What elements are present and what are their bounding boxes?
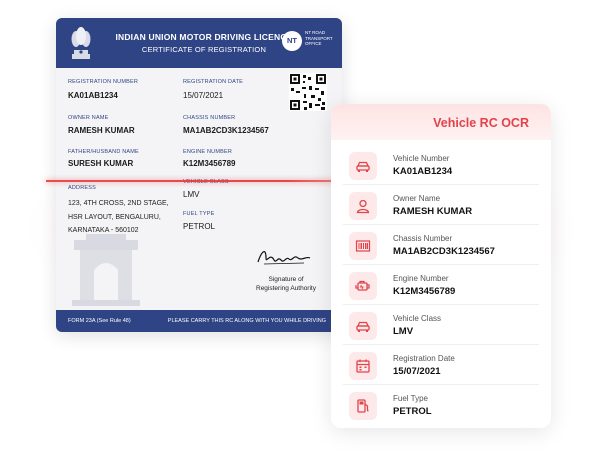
card-subtitle: CERTIFICATE OF REGISTRATION: [141, 45, 267, 54]
row-label: Vehicle Number: [393, 154, 450, 163]
scan-line: [46, 180, 346, 182]
card-title: INDIAN UNION MOTOR DRIVING LICENCE: [115, 32, 293, 42]
user-icon: [349, 192, 377, 220]
row-label: Engine Number: [393, 274, 449, 283]
owner-name-label: OWNER NAME: [68, 115, 109, 121]
card-header: INDIAN UNION MOTOR DRIVING LICENCE CERTI…: [56, 18, 342, 68]
calendar-icon: [349, 352, 377, 380]
chassis-number-value: MA1AB2CD3K1234567: [183, 126, 269, 135]
car-icon: [349, 312, 377, 340]
row-label: Registration Date: [393, 354, 455, 363]
address-line-2: HSR LAYOUT, BENGALURU,: [68, 214, 161, 221]
rc-card: INDIAN UNION MOTOR DRIVING LICENCE CERTI…: [56, 18, 342, 332]
barcode-icon: [349, 232, 377, 260]
address-line-1: 123, 4TH CROSS, 2ND STAGE,: [68, 200, 169, 207]
result-row-fuel-type: Fuel Type PETROL: [343, 386, 539, 424]
form-reference: FORM 23A (See Rule 48): [68, 318, 131, 324]
signature-caption-line-1: Signature of: [268, 276, 304, 283]
car-icon: [349, 152, 377, 180]
panel-header: Vehicle RC OCR: [331, 104, 551, 140]
owner-name-value: RAMESH KUMAR: [68, 126, 135, 135]
result-row-engine-number: Engine Number K12M3456789: [343, 266, 539, 305]
fuel-pump-icon: [349, 392, 377, 420]
nt-badge: NT: [282, 31, 302, 51]
row-label: Vehicle Class: [393, 314, 442, 323]
footer-notice: PLEASE CARRY THIS RC ALONG WITH YOU WHIL…: [167, 318, 326, 324]
result-row-chassis-number: Chassis Number MA1AB2CD3K1234567: [343, 226, 539, 265]
india-gate-watermark: [72, 234, 140, 306]
result-row-vehicle-class: Vehicle Class LMV: [343, 306, 539, 345]
national-emblem-icon: [71, 27, 91, 59]
row-value: RAMESH KUMAR: [393, 206, 473, 217]
father-name-value: SURESH KUMAR: [68, 159, 134, 168]
row-value: K12M3456789: [393, 286, 456, 297]
engine-number-value: K12M3456789: [183, 159, 236, 168]
registration-number-label: REGISTRATION NUMBER: [68, 79, 139, 85]
fuel-type-label: FUEL TYPE: [183, 211, 215, 217]
row-value: MA1AB2CD3K1234567: [393, 246, 495, 257]
father-name-label: FATHER/HUSBAND NAME: [68, 149, 139, 155]
row-value: PETROL: [393, 406, 432, 417]
result-row-vehicle-number: Vehicle Number KA01AB1234: [343, 146, 539, 185]
engine-number-label: ENGINE NUMBER: [183, 149, 233, 155]
registration-number-value: KA01AB1234: [68, 91, 118, 100]
chassis-number-label: CHASSIS NUMBER: [183, 115, 236, 121]
engine-icon: [349, 272, 377, 300]
signature-caption-line-2: Registering Authority: [256, 285, 316, 292]
signature-caption: Signature of Registering Authority: [236, 275, 336, 293]
row-value: KA01AB1234: [393, 166, 453, 177]
vehicle-class-value: LMV: [183, 190, 200, 199]
row-label: Chassis Number: [393, 234, 453, 243]
nt-office-text: NT ROAD TRANSPORT OFFICE: [305, 30, 333, 46]
card-footer: FORM 23A (See Rule 48) PLEASE CARRY THIS…: [56, 310, 342, 332]
registration-date-label: REGISTRATION DATE: [183, 79, 244, 85]
row-label: Fuel Type: [393, 394, 428, 403]
row-value: 15/07/2021: [393, 366, 441, 377]
row-value: LMV: [393, 326, 414, 337]
address-label: ADDRESS: [68, 185, 96, 191]
result-row-owner-name: Owner Name RAMESH KUMAR: [343, 186, 539, 225]
qr-code: [289, 73, 327, 111]
signature-image: [257, 251, 311, 265]
fuel-type-value: PETROL: [183, 222, 216, 231]
ocr-result-panel: Vehicle RC OCR Vehicle Number KA01AB1234…: [331, 104, 551, 428]
row-label: Owner Name: [393, 194, 441, 203]
registration-date-value: 15/07/2021: [183, 91, 224, 100]
result-row-registration-date: Registration Date 15/07/2021: [343, 346, 539, 385]
panel-title: Vehicle RC OCR: [433, 116, 529, 130]
